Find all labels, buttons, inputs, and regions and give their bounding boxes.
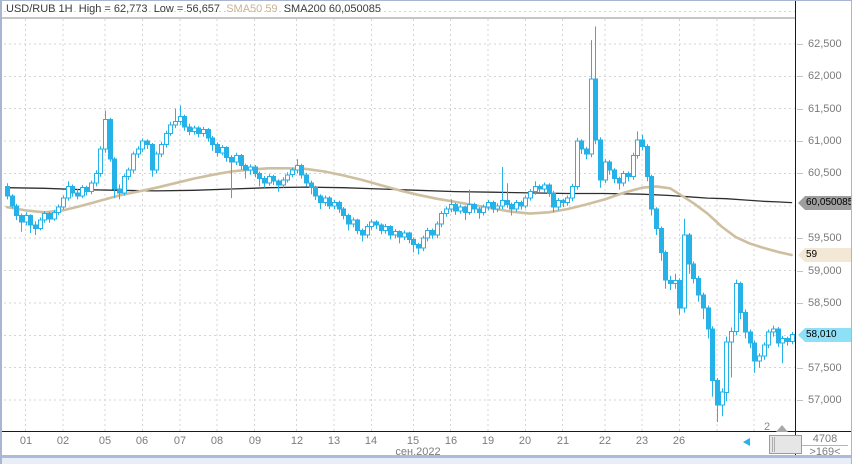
symbol-timeframe-label: USD/RUB 1H (6, 3, 73, 15)
price-tick (797, 109, 803, 110)
price-tick (797, 238, 803, 239)
date-label: 08 (211, 435, 223, 447)
date-label: 13 (328, 435, 340, 447)
price-tick (797, 44, 803, 45)
up-triangle-icon (776, 425, 788, 432)
total-bars-count: 4708 (802, 432, 848, 446)
candles-layer (6, 27, 795, 423)
scroll-position-label: 2 (764, 421, 770, 433)
price-tick (797, 400, 803, 401)
price-axis[interactable]: 62,500 62,000 61,500 61,000 60,500 59,500 59,0… (796, 1, 851, 431)
price-label: 59,000 (808, 265, 842, 277)
date-label: 23 (636, 435, 648, 447)
date-label: 14 (365, 435, 377, 447)
scrollbar-grip-icon (772, 437, 773, 452)
price-tick (797, 173, 803, 174)
date-label: 02 (57, 435, 69, 447)
price-axis-separator (795, 1, 796, 459)
window-bottom-border (2, 455, 852, 464)
date-label: 16 (445, 435, 457, 447)
time-axis-separator (2, 431, 852, 432)
price-tick (797, 141, 803, 142)
date-label: 15 (407, 435, 419, 447)
date-label: 09 (249, 435, 261, 447)
current-bar-marker-icon (743, 438, 750, 446)
price-label: 60,500 (808, 167, 842, 179)
price-tick (797, 76, 803, 77)
price-label: 62,500 (808, 38, 842, 50)
chart-window: USD/RUB 1H High = 62,773 Low = 56,657 SM… (0, 0, 852, 464)
date-label: 12 (291, 435, 303, 447)
date-label: 22 (599, 435, 611, 447)
date-label: 26 (673, 435, 685, 447)
price-tick (797, 271, 803, 272)
candlestick-plot[interactable] (2, 1, 796, 432)
horizontal-scrollbar-thumb[interactable] (769, 435, 802, 454)
date-label: 06 (136, 435, 148, 447)
price-label: 61,000 (808, 135, 842, 147)
date-label: 07 (174, 435, 186, 447)
price-tick (797, 368, 803, 369)
low-label: Low = 56,657 (154, 3, 220, 15)
price-label: 58,500 (808, 297, 842, 309)
price-tick (797, 303, 803, 304)
high-label: High = 62,773 (79, 3, 148, 15)
price-label: 57,000 (808, 394, 842, 406)
date-label: 19 (482, 435, 494, 447)
sma50-legend-label: SMA50 59 (226, 3, 277, 15)
date-label: 05 (99, 435, 111, 447)
sma200-legend-label: SMA200 60,050085 (284, 3, 381, 15)
price-label: 57,500 (808, 362, 842, 374)
price-label: 59,500 (808, 232, 842, 244)
date-label: 21 (557, 435, 569, 447)
price-label: 62,000 (808, 70, 842, 82)
date-label: 20 (519, 435, 531, 447)
price-label: 61,500 (808, 103, 842, 115)
date-label: 01 (20, 435, 32, 447)
sma50-badge: 59 (798, 248, 852, 262)
chart-title: USD/RUB 1H High = 62,773 Low = 56,657 SM… (6, 3, 381, 15)
sma200-badge: 60,050085 (798, 196, 852, 210)
last-price-badge: 58,010 (798, 328, 852, 342)
